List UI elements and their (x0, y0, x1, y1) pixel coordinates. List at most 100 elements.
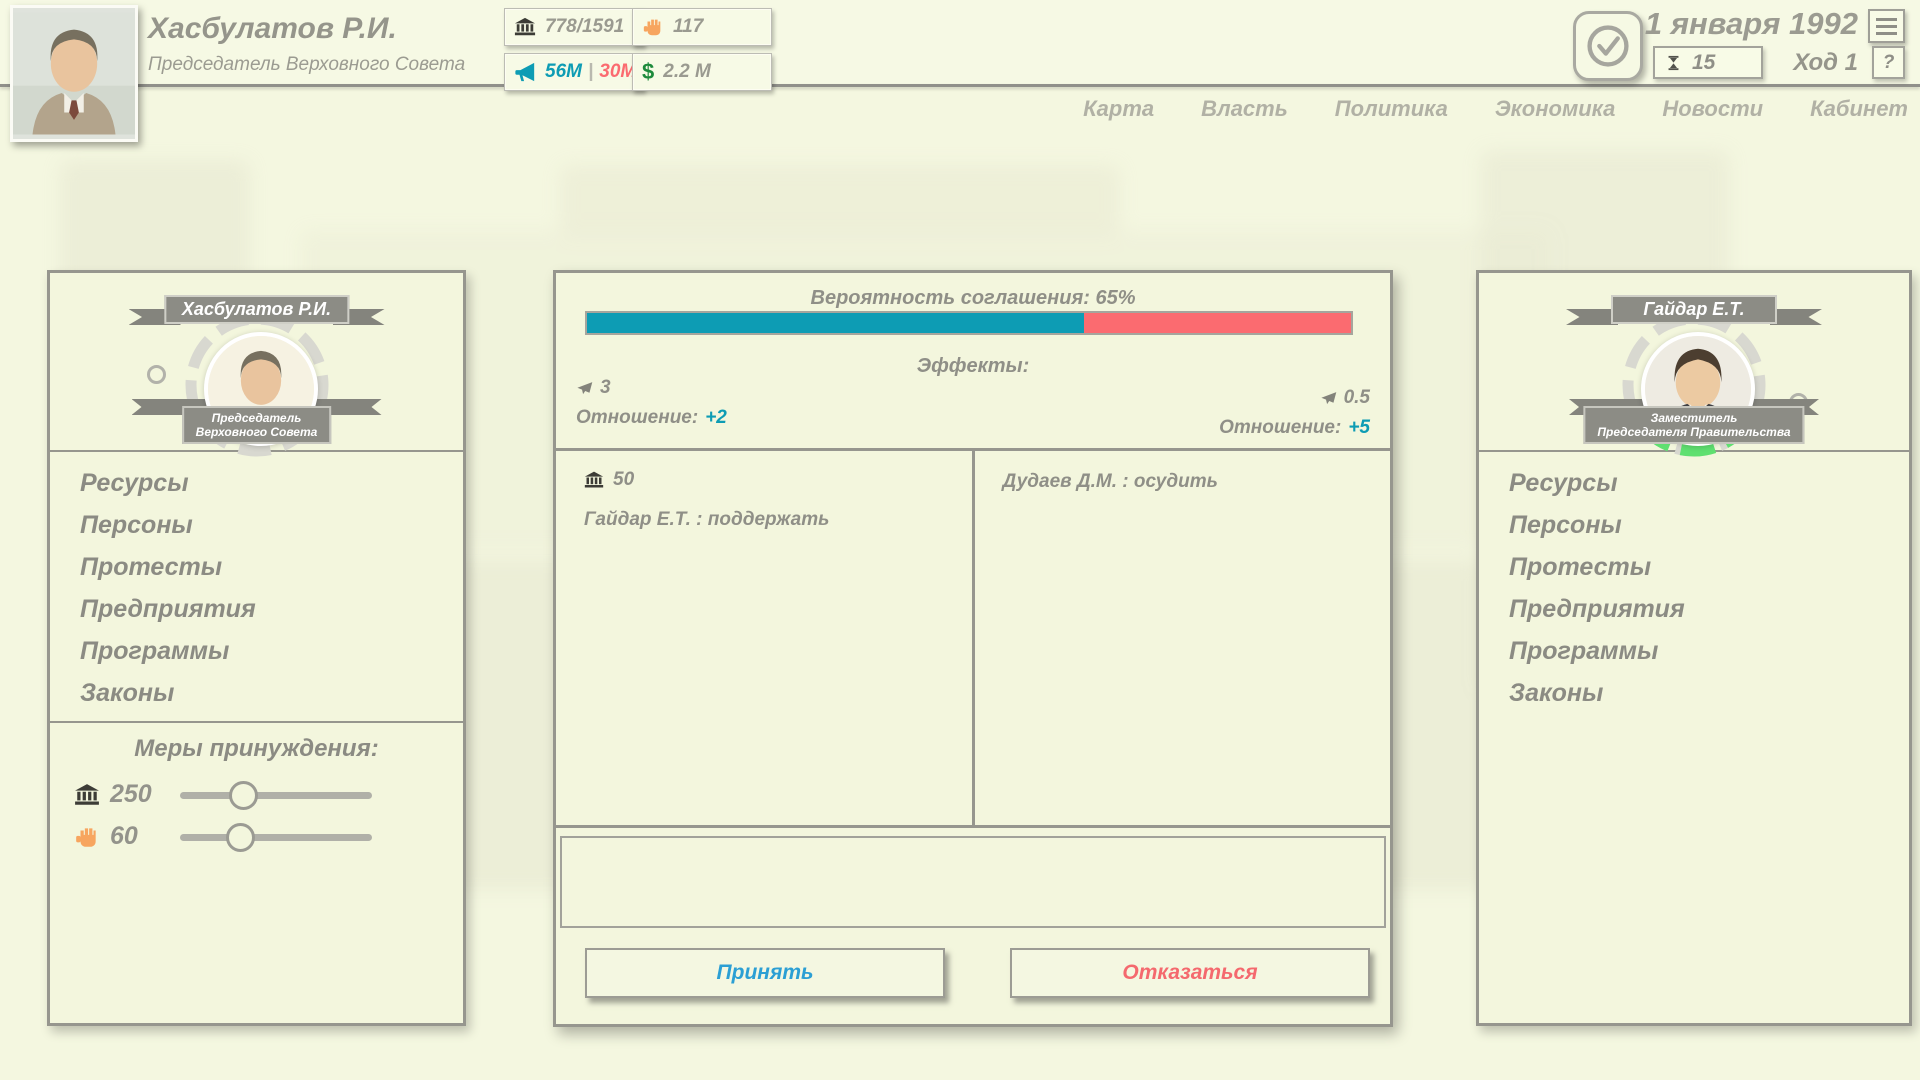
main-navigation: Карта Власть Политика Экономика Новости … (1083, 96, 1908, 122)
their-effects: 0.5 Отношение: +5 (1219, 387, 1370, 439)
counter-text: Дудаев Д.М. : осудить (1003, 471, 1377, 493)
authority-resource-box[interactable]: 778/1591 (504, 8, 644, 46)
fist-icon (74, 824, 100, 850)
negotiation-dialog: Вероятность соглашения: 65% Эффекты: 3 О… (553, 270, 1393, 1027)
character-title-line2: Председателя Правительства (1597, 425, 1790, 439)
authority-coercion-slider[interactable] (180, 792, 372, 799)
menu-item-enterprises[interactable]: Предприятия (1509, 597, 1901, 622)
force-value: 117 (673, 16, 703, 38)
message-box (560, 836, 1386, 928)
right-character-panel: Гайдар Е.Т. Заместитель Председателя Пра… (1476, 270, 1912, 1026)
media-opposition-value: 30M (599, 61, 636, 83)
actions-left-value: 15 (1692, 51, 1715, 75)
force-coercion-row: 60 (50, 820, 463, 856)
hourglass-icon (1665, 52, 1682, 74)
relation-marker (147, 365, 166, 384)
topbar-divider (0, 84, 1920, 87)
menu-item-persons[interactable]: Персоны (1509, 513, 1901, 538)
actions-left-box: 15 (1653, 46, 1763, 79)
offer-column: 50 Гайдар Е.Т. : поддержать (556, 451, 972, 825)
influence-value: 0.5 (1344, 387, 1370, 409)
player-name: Хасбулатов Р.И. (148, 12, 397, 46)
menu-item-persons[interactable]: Персоны (80, 513, 455, 538)
player-title: Председатель Верховного Совета (148, 54, 465, 76)
tab-map[interactable]: Карта (1083, 96, 1154, 122)
tab-cabinet[interactable]: Кабинет (1810, 96, 1908, 122)
character-title-line1: Заместитель (1597, 411, 1790, 425)
counter-column: Дудаев Д.М. : осудить (972, 451, 1391, 825)
bank-icon (514, 16, 536, 38)
tab-power[interactable]: Власть (1201, 96, 1288, 122)
menu-item-protests[interactable]: Протесты (1509, 555, 1901, 580)
media-support-value: 56M (545, 61, 582, 83)
effects-heading: Эффекты: (556, 355, 1390, 378)
menu-item-resources[interactable]: Ресурсы (1509, 471, 1901, 496)
megaphone-icon (514, 61, 536, 83)
authority-coercion-row: 250 (50, 778, 463, 814)
menu-item-programs[interactable]: Программы (80, 639, 455, 664)
player-portrait[interactable] (10, 5, 138, 142)
own-effects: 3 Отношение: +2 (576, 377, 727, 429)
character-name: Хасбулатов Р.И. (164, 295, 349, 324)
help-button[interactable]: ? (1872, 46, 1905, 79)
force-resource-box[interactable]: 117 (632, 8, 772, 46)
ribbon-tail (1770, 309, 1822, 325)
force-coercion-slider[interactable] (180, 834, 372, 841)
offer-cost-value: 50 (613, 469, 634, 491)
character-title: Председатель Верховного Совета (182, 406, 332, 444)
character-title-line2: Верховного Совета (196, 425, 318, 439)
force-coercion-value: 60 (110, 822, 138, 851)
dollar-icon: $ (642, 59, 654, 85)
relation-value: +5 (1348, 417, 1370, 439)
influence-icon (576, 380, 593, 397)
menu-item-protests[interactable]: Протесты (80, 555, 455, 580)
bank-icon (584, 470, 604, 490)
authority-value: 778/1591 (545, 16, 624, 38)
decline-label: Отказаться (1122, 961, 1257, 985)
player-portrait-image (13, 8, 135, 139)
slider-thumb[interactable] (226, 823, 255, 852)
date-label: 1 января 1992 (1612, 6, 1858, 42)
slider-thumb[interactable] (229, 781, 258, 810)
influence-value: 3 (600, 377, 611, 399)
menu-icon[interactable] (1868, 9, 1905, 43)
menu-item-laws[interactable]: Законы (80, 681, 455, 706)
agreement-probability-label: Вероятность соглашения: 65% (556, 287, 1390, 310)
character-name: Гайдар Е.Т. (1611, 295, 1777, 324)
tab-economy[interactable]: Экономика (1495, 96, 1616, 122)
offer-cost: 50 (584, 469, 634, 491)
menu-item-programs[interactable]: Программы (1509, 639, 1901, 664)
left-character-panel: Хасбулатов Р.И. Председатель Верховного … (47, 270, 466, 1026)
tab-news[interactable]: Новости (1662, 96, 1763, 122)
influence-icon (1320, 390, 1337, 407)
character-menu: Ресурсы Персоны Протесты Предприятия Про… (1509, 471, 1901, 723)
character-title-line1: Председатель (196, 411, 318, 425)
fist-icon (642, 16, 664, 38)
media-resource-box[interactable]: 56M | 30M (504, 53, 644, 91)
menu-item-enterprises[interactable]: Предприятия (80, 597, 455, 622)
probability-fill (587, 313, 1084, 333)
divider (50, 721, 463, 723)
money-value: 2.2 M (663, 61, 711, 83)
bank-icon (74, 782, 100, 808)
money-resource-box[interactable]: $ 2.2 M (632, 53, 772, 91)
decline-button[interactable]: Отказаться (1010, 948, 1370, 998)
coercion-heading: Меры принуждения: (50, 735, 463, 763)
accept-button[interactable]: Принять (585, 948, 945, 998)
help-label: ? (1883, 52, 1895, 74)
agreement-probability-bar (585, 311, 1353, 335)
relation-label: Отношение: (1219, 417, 1341, 439)
tab-politics[interactable]: Политика (1335, 96, 1448, 122)
relation-value: +2 (705, 407, 727, 429)
menu-item-laws[interactable]: Законы (1509, 681, 1901, 706)
character-header: Хасбулатов Р.И. Председатель Верховного … (50, 273, 463, 450)
menu-item-resources[interactable]: Ресурсы (80, 471, 455, 496)
authority-coercion-value: 250 (110, 780, 152, 809)
relation-label: Отношение: (576, 407, 698, 429)
accept-label: Принять (717, 961, 814, 985)
character-title: Заместитель Председателя Правительства (1583, 406, 1804, 444)
demands-area: 50 Гайдар Е.Т. : поддержать Дудаев Д.М. … (556, 448, 1390, 828)
character-header: Гайдар Е.Т. Заместитель Председателя Пра… (1479, 273, 1909, 450)
media-divider: | (588, 61, 593, 83)
character-menu: Ресурсы Персоны Протесты Предприятия Про… (80, 471, 455, 723)
